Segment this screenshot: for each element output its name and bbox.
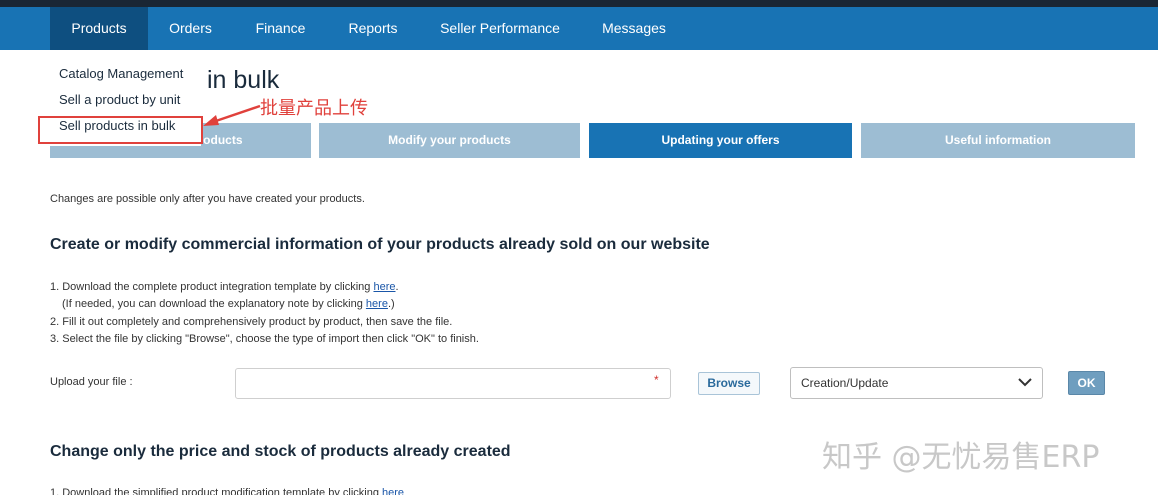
import-type-select[interactable]: Creation/Update (790, 367, 1043, 399)
instruction-text: (If needed, you can download the explana… (62, 298, 366, 310)
section2-instruction-line-1: 1. Download the simplified product modif… (50, 487, 404, 495)
step-tab-useful-information[interactable]: Useful information (861, 123, 1135, 158)
nav-reports[interactable]: Reports (328, 7, 418, 50)
intro-text: Changes are possible only after you have… (50, 193, 365, 205)
page-title: in bulk (207, 66, 280, 94)
instruction-text: 1. Download the complete product integra… (50, 281, 374, 293)
nav-products[interactable]: Products (50, 7, 148, 50)
upload-file-input[interactable] (235, 368, 671, 399)
simplified-template-link[interactable]: here (382, 487, 404, 495)
section2-heading: Change only the price and stock of produ… (50, 443, 511, 460)
explanatory-note-link[interactable]: here (366, 298, 388, 310)
instruction-line-2: 2. Fill it out completely and comprehens… (50, 316, 453, 328)
nav-seller-performance[interactable]: Seller Performance (418, 7, 582, 50)
ok-button[interactable]: OK (1068, 371, 1105, 395)
products-dropdown-menu: Catalog Management Sell a product by uni… (50, 50, 201, 146)
menu-item-sell-in-bulk[interactable]: Sell products in bulk (59, 118, 175, 133)
instruction-line-note: (If needed, you can download the explana… (62, 298, 395, 310)
upload-file-label: Upload your file : (50, 376, 133, 388)
top-strip (0, 0, 1158, 7)
annotation-label: 批量产品上传 (260, 98, 368, 119)
instruction-text: 1. Download the simplified product modif… (50, 487, 382, 495)
menu-item-sell-by-unit[interactable]: Sell a product by unit (59, 92, 180, 107)
menu-item-catalog-management[interactable]: Catalog Management (59, 66, 183, 81)
browse-button[interactable]: Browse (698, 372, 760, 395)
step-tab-modify-products[interactable]: Modify your products (319, 123, 580, 158)
required-mark: * (654, 373, 659, 387)
instruction-line-1: 1. Download the complete product integra… (50, 281, 399, 293)
instruction-text: .) (387, 298, 395, 310)
template-download-link[interactable]: here (373, 281, 395, 293)
watermark: 知乎 @无忧易售ERP (822, 440, 1100, 475)
nav-messages[interactable]: Messages (582, 7, 686, 50)
annotation-arrow-icon (203, 104, 261, 126)
step-tab-updating-offers[interactable]: Updating your offers (589, 123, 852, 158)
instruction-line-3: 3. Select the file by clicking "Browse",… (50, 333, 479, 345)
nav-orders[interactable]: Orders (148, 7, 233, 50)
main-nav: Products Orders Finance Reports Seller P… (0, 7, 1158, 50)
import-type-value: Creation/Update (801, 376, 889, 390)
instruction-text: . (395, 281, 399, 293)
section1-heading: Create or modify commercial information … (50, 236, 710, 253)
nav-finance[interactable]: Finance (233, 7, 328, 50)
chevron-down-icon (1018, 378, 1032, 387)
